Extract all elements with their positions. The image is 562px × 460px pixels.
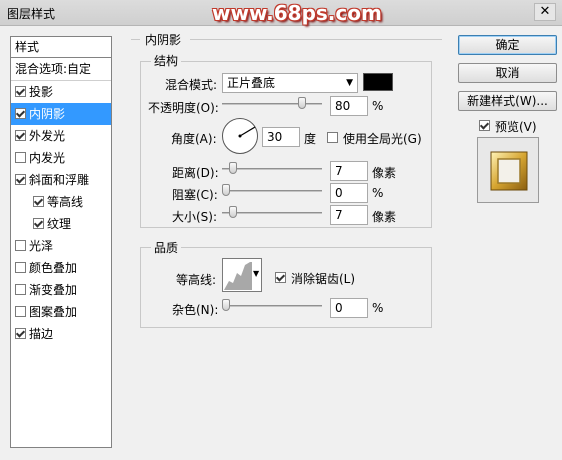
new-style-button[interactable]: 新建样式(W)... — [458, 91, 557, 111]
sidebar-item-label: 等高线 — [47, 195, 84, 209]
contour-dropdown-icon[interactable]: ▼ — [253, 269, 259, 278]
preview-checkbox[interactable] — [479, 120, 490, 131]
contour-label: 等高线: — [176, 273, 217, 287]
contour-picker[interactable]: ▼ — [222, 258, 262, 292]
close-button[interactable]: ✕ — [534, 3, 556, 21]
styles-list: 样式 混合选项:自定投影内阴影外发光内发光斜面和浮雕等高线纹理光泽颜色叠加渐变叠… — [10, 36, 112, 448]
noise-unit: % — [372, 301, 384, 315]
distance-slider[interactable] — [222, 168, 322, 170]
style-checkbox[interactable] — [15, 86, 26, 97]
chevron-down-icon: ▼ — [346, 78, 353, 88]
close-icon: ✕ — [539, 4, 551, 19]
global-light-checkbox[interactable] — [327, 132, 338, 143]
sidebar-item-label: 内发光 — [29, 151, 66, 165]
blend-mode-label: 混合模式: — [165, 78, 218, 92]
style-checkbox[interactable] — [15, 262, 26, 273]
window-title: 图层样式 — [7, 7, 56, 21]
size-slider-handle[interactable] — [229, 206, 237, 218]
sidebar-item-label: 混合选项:自定 — [15, 62, 92, 76]
size-label: 大小(S): — [172, 210, 218, 224]
gold-frame-preview-icon — [490, 151, 528, 191]
style-checkbox[interactable] — [15, 306, 26, 317]
sidebar-item-label: 内阴影 — [29, 107, 66, 121]
angle-needle-icon — [238, 126, 256, 138]
sidebar-item[interactable]: 描边 — [11, 323, 111, 345]
sidebar-item-label: 描边 — [29, 327, 54, 341]
choke-unit: % — [372, 186, 384, 200]
ok-button[interactable]: 确定 — [458, 35, 557, 55]
sidebar-item-label: 投影 — [29, 85, 54, 99]
distance-label: 距离(D): — [172, 166, 219, 180]
contour-curve-icon — [224, 262, 252, 290]
distance-slider-handle[interactable] — [229, 162, 237, 174]
style-checkbox[interactable] — [33, 218, 44, 229]
angle-input[interactable]: 30 — [262, 127, 300, 147]
quality-title: 品质 — [151, 239, 182, 256]
style-preview-thumbnail — [477, 137, 539, 203]
noise-slider[interactable] — [222, 305, 322, 307]
antialias-checkbox[interactable] — [275, 272, 286, 283]
angle-label: 角度(A): — [171, 132, 217, 146]
opacity-slider-handle[interactable] — [298, 97, 306, 109]
style-checkbox[interactable] — [15, 328, 26, 339]
sidebar-item[interactable]: 颜色叠加 — [11, 257, 111, 279]
sidebar-item[interactable]: 斜面和浮雕 — [11, 169, 111, 191]
noise-input[interactable]: 0 — [330, 298, 368, 318]
preview-label: 预览(V) — [495, 120, 537, 134]
distance-input[interactable]: 7 — [330, 161, 368, 181]
styles-header: 样式 — [11, 37, 111, 58]
global-light-label: 使用全局光(G) — [343, 132, 422, 146]
noise-slider-handle[interactable] — [222, 299, 230, 311]
size-input[interactable]: 7 — [330, 205, 368, 225]
choke-slider[interactable] — [222, 190, 322, 192]
style-checkbox[interactable] — [15, 152, 26, 163]
blend-mode-select[interactable]: 正片叠底 ▼ — [222, 73, 358, 93]
sidebar-item[interactable]: 投影 — [11, 81, 111, 103]
opacity-label: 不透明度(O): — [148, 101, 219, 115]
style-checkbox[interactable] — [15, 284, 26, 295]
sidebar-item[interactable]: 渐变叠加 — [11, 279, 111, 301]
sidebar-item-label: 纹理 — [47, 217, 72, 231]
choke-label: 阻塞(C): — [172, 188, 218, 202]
sidebar-item[interactable]: 混合选项:自定 — [11, 58, 111, 81]
antialias-label: 消除锯齿(L) — [291, 272, 356, 286]
choke-slider-handle[interactable] — [222, 184, 230, 196]
sidebar-item[interactable]: 内阴影 — [11, 103, 111, 125]
sidebar-item[interactable]: 光泽 — [11, 235, 111, 257]
angle-dial[interactable] — [222, 118, 258, 154]
structure-title: 结构 — [151, 52, 182, 69]
distance-unit: 像素 — [372, 166, 397, 180]
sidebar-item[interactable]: 外发光 — [11, 125, 111, 147]
blend-mode-value: 正片叠底 — [227, 76, 276, 90]
choke-input[interactable]: 0 — [330, 183, 368, 203]
style-checkbox[interactable] — [15, 240, 26, 251]
cancel-button[interactable]: 取消 — [458, 63, 557, 83]
style-checkbox[interactable] — [15, 130, 26, 141]
title-bar: 图层样式 www.68ps.com ✕ — [0, 0, 562, 26]
sidebar-item[interactable]: 纹理 — [11, 213, 111, 235]
sidebar-item-label: 颜色叠加 — [29, 261, 78, 275]
opacity-slider[interactable] — [222, 103, 322, 105]
sidebar-item[interactable]: 等高线 — [11, 191, 111, 213]
style-checkbox[interactable] — [15, 108, 26, 119]
sidebar-item-label: 外发光 — [29, 129, 66, 143]
noise-label: 杂色(N): — [172, 303, 219, 317]
style-checkbox[interactable] — [33, 196, 44, 207]
watermark-text: www.68ps.com — [212, 1, 382, 25]
sidebar-item-label: 图案叠加 — [29, 305, 78, 319]
size-unit: 像素 — [372, 210, 397, 224]
sidebar-item[interactable]: 图案叠加 — [11, 301, 111, 323]
shadow-color-swatch[interactable] — [363, 73, 393, 91]
size-slider[interactable] — [222, 212, 322, 214]
sidebar-item-label: 斜面和浮雕 — [29, 173, 90, 187]
opacity-unit: % — [372, 99, 384, 113]
sidebar-item-label: 渐变叠加 — [29, 283, 78, 297]
sidebar-item[interactable]: 内发光 — [11, 147, 111, 169]
angle-unit: 度 — [304, 132, 317, 146]
style-checkbox[interactable] — [15, 174, 26, 185]
panel-title: 内阴影 — [142, 31, 185, 48]
opacity-input[interactable]: 80 — [330, 96, 368, 116]
sidebar-item-label: 光泽 — [29, 239, 54, 253]
